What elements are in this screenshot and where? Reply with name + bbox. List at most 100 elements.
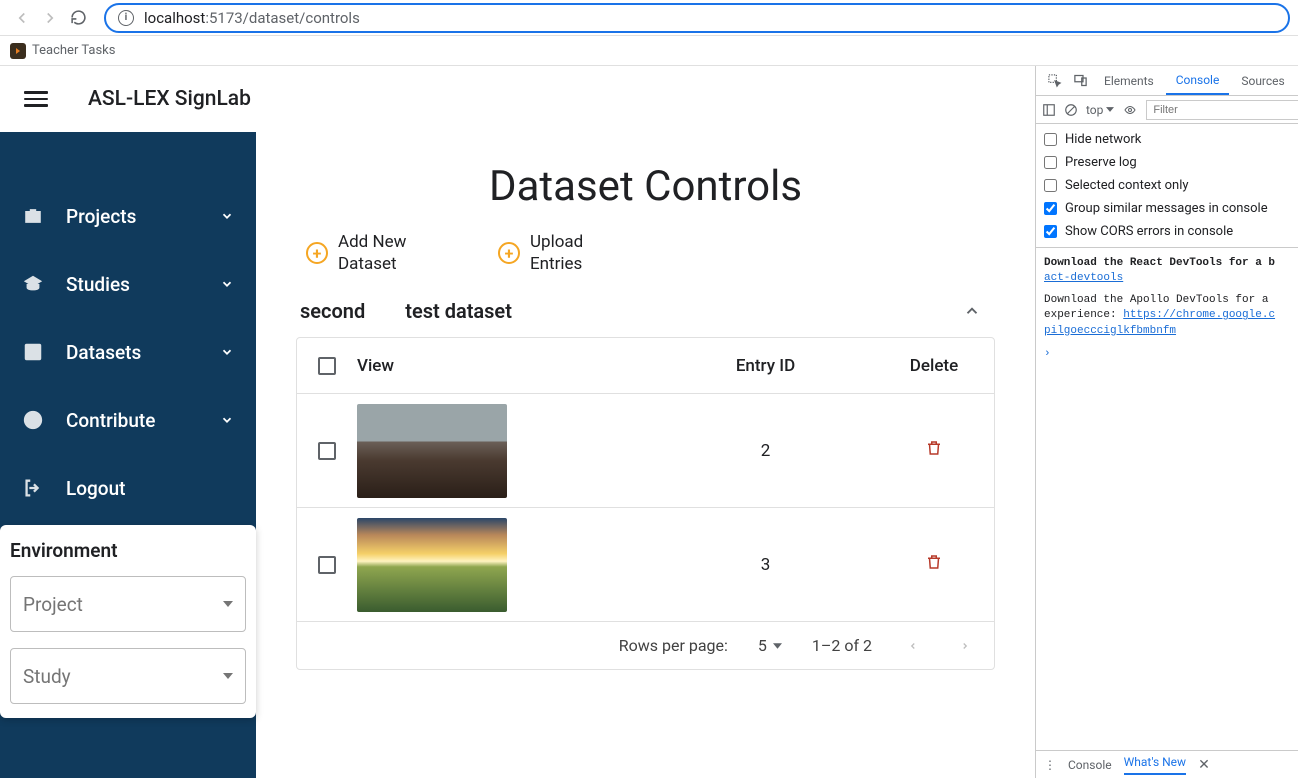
main-content: Dataset Controls + Add New Dataset + Upl… <box>256 132 1035 778</box>
tab-second[interactable]: second <box>300 299 365 323</box>
sidebar-toggle-icon[interactable] <box>1042 103 1056 117</box>
more-icon[interactable]: ⋮ <box>1044 758 1056 772</box>
drawer-tab-console[interactable]: Console <box>1068 758 1112 772</box>
tab-console[interactable]: Console <box>1166 67 1230 95</box>
column-view: View <box>357 356 657 376</box>
project-select-label: Project <box>23 593 83 616</box>
check-hide-network[interactable]: Hide network <box>1044 128 1290 151</box>
sidebar-item-datasets[interactable]: Datasets <box>0 318 256 386</box>
prev-page-button[interactable] <box>902 638 924 654</box>
dataset-tabs: second test dataset <box>296 291 995 331</box>
dropdown-icon <box>223 601 233 607</box>
project-select[interactable]: Project <box>10 576 246 632</box>
pagination-range: 1–2 of 2 <box>812 636 872 655</box>
clear-console-icon[interactable] <box>1064 103 1078 117</box>
action-label: Upload Entries <box>530 231 620 275</box>
environment-panel: Environment Project Study <box>0 525 256 718</box>
browser-toolbar: i localhost:5173/dataset/controls <box>0 0 1298 36</box>
row-checkbox[interactable] <box>318 556 336 574</box>
filter-input[interactable] <box>1146 100 1298 120</box>
chevron-down-icon <box>220 345 234 359</box>
delete-button[interactable] <box>925 438 943 458</box>
rows-per-page-label: Rows per page: <box>619 636 728 655</box>
devtools-panel: Elements Console Sources top Hide networ… <box>1035 66 1298 778</box>
console-prompt[interactable]: › <box>1044 347 1290 362</box>
select-all-checkbox[interactable] <box>318 357 336 375</box>
bookmark-teacher-tasks[interactable]: Teacher Tasks <box>10 43 115 59</box>
app-title: ASL-LEX SignLab <box>88 87 251 111</box>
check-group-similar[interactable]: Group similar messages in console <box>1044 197 1290 220</box>
device-icon[interactable] <box>1068 73 1092 88</box>
devtools-toolbar: top <box>1036 96 1298 124</box>
column-delete: Delete <box>874 356 994 376</box>
devtools-drawer-tabs: ⋮ Console What's New ✕ <box>1036 750 1298 778</box>
close-icon[interactable]: ✕ <box>1198 757 1210 773</box>
table-row: 2 <box>297 394 994 508</box>
devtools-filters: Hide network Preserve log Selected conte… <box>1036 124 1298 248</box>
app-frame: ASL-LEX SignLab Projects Studies Dataset… <box>0 66 1035 778</box>
address-bar[interactable]: i localhost:5173/dataset/controls <box>104 3 1290 33</box>
delete-button[interactable] <box>925 552 943 572</box>
table-header: View Entry ID Delete <box>297 338 994 394</box>
environment-title: Environment <box>10 539 246 562</box>
sidebar: Projects Studies Datasets Contribute <box>0 132 256 778</box>
add-dataset-button[interactable]: + Add New Dataset <box>306 231 428 275</box>
inspect-icon[interactable] <box>1042 73 1066 88</box>
entries-table: View Entry ID Delete 2 3 <box>296 337 995 670</box>
sidebar-item-label: Datasets <box>66 341 141 364</box>
entry-thumbnail[interactable] <box>357 518 507 612</box>
sidebar-item-contribute[interactable]: Contribute <box>0 386 256 454</box>
row-checkbox[interactable] <box>318 442 336 460</box>
console-link[interactable]: pilgoeccciglkfbmbnfm <box>1044 325 1176 337</box>
sidebar-item-logout[interactable]: Logout <box>0 454 256 522</box>
column-entry-id: Entry ID <box>657 356 874 376</box>
logout-icon <box>22 477 44 499</box>
console-link[interactable]: https://chrome.google.c <box>1123 309 1275 321</box>
bookmark-label: Teacher Tasks <box>32 43 115 58</box>
sidebar-item-label: Contribute <box>66 409 155 432</box>
action-label: Add New Dataset <box>338 231 428 275</box>
check-preserve-log[interactable]: Preserve log <box>1044 151 1290 174</box>
grid-icon <box>22 341 44 363</box>
briefcase-icon <box>22 205 44 227</box>
console-message: Download the Apollo DevTools for a exper… <box>1044 293 1290 339</box>
collapse-icon[interactable] <box>963 302 991 320</box>
console-link[interactable]: act-devtools <box>1044 272 1123 284</box>
page-title: Dataset Controls <box>296 162 995 211</box>
upload-entries-button[interactable]: + Upload Entries <box>498 231 620 275</box>
eye-icon[interactable] <box>1122 104 1138 116</box>
rows-per-page-select[interactable]: 5 <box>758 636 782 655</box>
back-button[interactable] <box>8 4 36 32</box>
reload-button[interactable] <box>64 4 92 32</box>
info-icon[interactable]: i <box>118 10 134 26</box>
forward-button[interactable] <box>36 4 64 32</box>
check-selected-context[interactable]: Selected context only <box>1044 174 1290 197</box>
dropdown-icon <box>223 673 233 679</box>
sidebar-item-label: Logout <box>66 477 126 500</box>
context-select[interactable]: top <box>1086 103 1114 117</box>
tab-elements[interactable]: Elements <box>1094 68 1164 94</box>
check-cors[interactable]: Show CORS errors in console <box>1044 220 1290 243</box>
tab-sources[interactable]: Sources <box>1231 68 1294 94</box>
tab-test-dataset[interactable]: test dataset <box>405 299 512 323</box>
sidebar-item-label: Studies <box>66 273 130 296</box>
chevron-down-icon <box>220 413 234 427</box>
graduation-icon <box>22 273 44 295</box>
sidebar-item-label: Projects <box>66 205 136 228</box>
next-page-button[interactable] <box>954 638 976 654</box>
drawer-tab-whatsnew[interactable]: What's New <box>1124 755 1186 775</box>
menu-button[interactable] <box>24 91 48 107</box>
sidebar-item-studies[interactable]: Studies <box>0 250 256 318</box>
action-bar: + Add New Dataset + Upload Entries <box>296 231 995 275</box>
study-select[interactable]: Study <box>10 648 246 704</box>
study-select-label: Study <box>23 665 71 688</box>
chevron-down-icon <box>220 277 234 291</box>
sidebar-item-projects[interactable]: Projects <box>0 182 256 250</box>
url-text: localhost:5173/dataset/controls <box>144 9 360 27</box>
app-header: ASL-LEX SignLab <box>0 66 1035 132</box>
entry-id: 2 <box>657 441 874 461</box>
chevron-down-icon <box>220 209 234 223</box>
plus-circle-icon: + <box>306 242 328 264</box>
entry-thumbnail[interactable] <box>357 404 507 498</box>
entry-id: 3 <box>657 555 874 575</box>
